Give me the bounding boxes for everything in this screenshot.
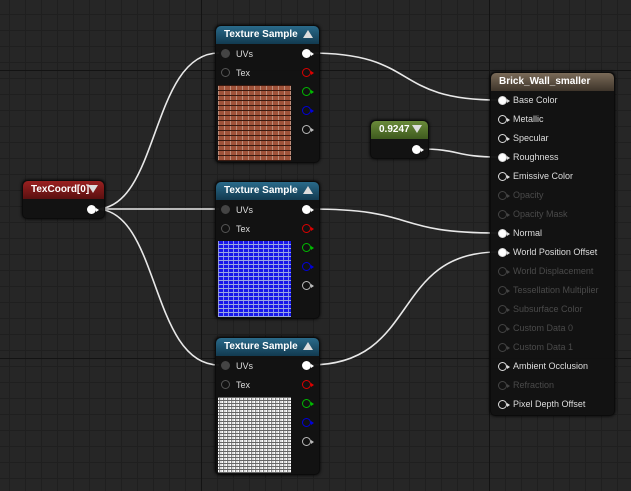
input-pin[interactable] <box>498 248 510 257</box>
output-pin[interactable] <box>302 68 314 77</box>
texture-sample-node[interactable]: Texture Sample UVs Tex <box>215 25 320 163</box>
input-pin[interactable] <box>498 210 510 219</box>
material-result-node[interactable]: Brick_Wall_smaller Base Color Metallic Spe… <box>490 72 615 416</box>
output-pin[interactable] <box>302 205 314 214</box>
input-pin-tex[interactable] <box>221 68 230 77</box>
input-label: UVs <box>236 361 254 371</box>
node-title: Texture Sample <box>224 29 298 40</box>
input-pin[interactable] <box>498 115 510 124</box>
material-pin-label: Subsurface Color <box>513 304 583 314</box>
node-header: 0.9247 <box>371 121 428 139</box>
output-pin[interactable] <box>302 87 314 96</box>
input-pin-tex[interactable] <box>221 380 230 389</box>
output-pin[interactable] <box>302 224 314 233</box>
input-pin[interactable] <box>498 134 510 143</box>
input-pin[interactable] <box>498 286 510 295</box>
output-pin[interactable] <box>302 243 314 252</box>
input-label: UVs <box>236 49 254 59</box>
input-pin[interactable] <box>498 400 510 409</box>
input-label: Tex <box>236 224 251 234</box>
material-pin-label: Tessellation Multiplier <box>513 285 599 295</box>
material-pin-label: Roughness <box>513 152 559 162</box>
output-pin[interactable] <box>302 418 314 427</box>
output-pin[interactable] <box>302 106 314 115</box>
input-pin[interactable] <box>498 362 510 371</box>
constant-value: 0.9247 <box>379 124 410 135</box>
node-header: Texture Sample <box>216 182 319 200</box>
input-pin[interactable] <box>498 381 510 390</box>
collapse-arrow-icon[interactable] <box>88 185 98 193</box>
input-pin-uvs[interactable] <box>221 361 230 370</box>
wire <box>419 148 499 158</box>
texture-preview <box>218 85 291 161</box>
input-pin[interactable] <box>498 96 510 105</box>
output-pin[interactable] <box>302 281 314 290</box>
output-pin[interactable] <box>302 262 314 271</box>
node-title: TexCoord[0] <box>31 184 90 195</box>
output-pin[interactable] <box>302 49 314 58</box>
node-header: Brick_Wall_smaller <box>491 73 614 91</box>
output-pin[interactable] <box>412 145 424 154</box>
material-pin-label: Ambient Occlusion <box>513 361 589 371</box>
node-title: Texture Sample <box>224 341 298 352</box>
input-pin[interactable] <box>498 324 510 333</box>
node-header: Texture Sample <box>216 338 319 356</box>
input-label: UVs <box>236 205 254 215</box>
collapse-arrow-icon[interactable] <box>303 186 313 194</box>
node-header: TexCoord[0] <box>23 181 104 199</box>
material-pin-label: Custom Data 0 <box>513 323 574 333</box>
collapse-arrow-icon[interactable] <box>412 125 422 133</box>
material-pin-label: Opacity <box>513 190 544 200</box>
texture-preview <box>218 241 291 317</box>
wire <box>309 251 499 366</box>
input-pin[interactable] <box>498 267 510 276</box>
material-pin-label: Opacity Mask <box>513 209 568 219</box>
material-pin-label: Custom Data 1 <box>513 342 574 352</box>
material-pin-label: Base Color <box>513 95 558 105</box>
material-pin-label: Pixel Depth Offset <box>513 399 586 409</box>
input-pin[interactable] <box>498 191 510 200</box>
output-pin[interactable] <box>87 205 99 214</box>
input-pin[interactable] <box>498 343 510 352</box>
output-pin[interactable] <box>302 437 314 446</box>
texcoord-node[interactable]: TexCoord[0] <box>22 180 105 219</box>
texture-sample-node[interactable]: Texture Sample UVs Tex <box>215 337 320 475</box>
node-title: Texture Sample <box>224 185 298 196</box>
node-header: Texture Sample <box>216 26 319 44</box>
collapse-arrow-icon[interactable] <box>303 30 313 38</box>
material-pin-label: Normal <box>513 228 543 238</box>
output-pin[interactable] <box>302 399 314 408</box>
input-pin[interactable] <box>498 172 510 181</box>
input-label: Tex <box>236 380 251 390</box>
input-pin-uvs[interactable] <box>221 205 230 214</box>
material-pin-label: World Position Offset <box>513 247 598 257</box>
grid-major-line <box>201 0 202 491</box>
constant-node[interactable]: 0.9247 <box>370 120 429 159</box>
collapse-arrow-icon[interactable] <box>303 342 313 350</box>
input-label: Tex <box>236 68 251 78</box>
input-pin[interactable] <box>498 305 510 314</box>
texture-preview <box>218 397 291 473</box>
wire <box>309 208 499 234</box>
material-pin-label: Specular <box>513 133 549 143</box>
wire <box>309 52 499 101</box>
input-pin-tex[interactable] <box>221 224 230 233</box>
output-pin[interactable] <box>302 361 314 370</box>
input-pin[interactable] <box>498 229 510 238</box>
input-pin[interactable] <box>498 153 510 162</box>
input-pin-uvs[interactable] <box>221 49 230 58</box>
output-pin[interactable] <box>302 125 314 134</box>
output-pin[interactable] <box>302 380 314 389</box>
texture-sample-node[interactable]: Texture Sample UVs Tex <box>215 181 320 319</box>
material-title: Brick_Wall_smaller <box>499 76 591 87</box>
material-pin-label: Emissive Color <box>513 171 574 181</box>
material-pin-label: Refraction <box>513 380 555 390</box>
material-pin-label: Metallic <box>513 114 544 124</box>
material-pin-label: World Displacement <box>513 266 594 276</box>
